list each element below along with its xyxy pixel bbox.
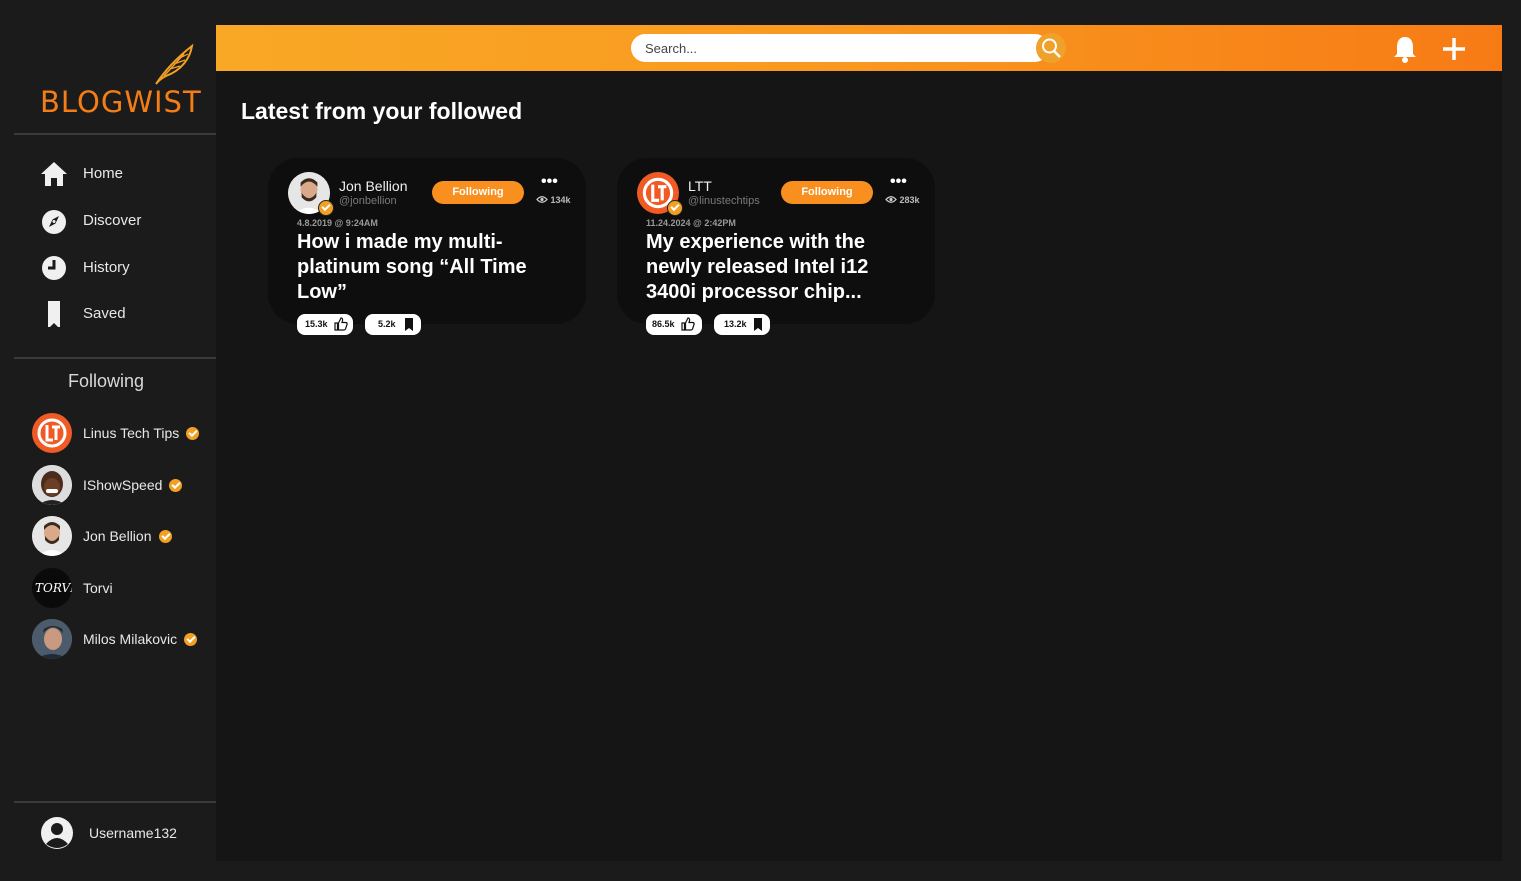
thumbs-up-icon [334, 317, 348, 331]
like-button[interactable]: 86.5k [646, 314, 702, 335]
verified-badge-icon [184, 633, 198, 646]
top-bar [216, 25, 1502, 71]
bookmark-icon [405, 318, 413, 331]
username: Username132 [89, 825, 177, 841]
verified-badge-icon [186, 427, 200, 440]
following-name: IShowSpeed [83, 477, 163, 493]
more-options-icon[interactable]: ••• [541, 173, 558, 191]
verified-badge-icon [318, 200, 334, 216]
avatar [32, 413, 72, 453]
person-avatar-icon [32, 465, 72, 505]
post-title[interactable]: How i made my multi-platinum song “All T… [297, 230, 567, 305]
main-content: Latest from your followed Jon Bellion @j… [216, 25, 1502, 861]
following-item[interactable]: Linus Tech Tips [32, 413, 216, 455]
search-input[interactable] [645, 38, 1025, 58]
following-name: Milos Milakovic [83, 631, 178, 647]
compass-icon [42, 210, 66, 234]
view-count-value: 134k [550, 195, 571, 205]
quill-logo-icon [155, 43, 194, 85]
avatar [32, 465, 72, 505]
save-count: 5.2k [378, 319, 396, 329]
like-button[interactable]: 15.3k [297, 314, 353, 335]
nav-item-history[interactable]: History [40, 253, 210, 283]
divider [14, 801, 216, 803]
following-name: Linus Tech Tips [83, 425, 180, 441]
following-item[interactable]: Milos Milakovic [32, 619, 216, 661]
app-logo[interactable]: BLOGWIST [40, 85, 202, 119]
nav-label: History [83, 259, 130, 276]
eye-icon [536, 196, 548, 203]
save-button[interactable]: 13.2k [714, 314, 770, 335]
view-count: 283k [885, 195, 920, 205]
nav-label: Discover [83, 212, 142, 229]
plus-icon[interactable] [1440, 35, 1468, 63]
divider [14, 133, 216, 135]
following-button[interactable]: Following [781, 181, 873, 204]
following-name: Jon Bellion [83, 528, 152, 544]
more-options-icon[interactable]: ••• [890, 173, 907, 191]
verified-badge-icon [169, 479, 183, 492]
search-icon [1042, 38, 1061, 58]
clock-icon [42, 256, 66, 280]
nav-label: Home [83, 165, 124, 182]
save-count: 13.2k [724, 319, 747, 329]
eye-icon [885, 196, 897, 203]
following-heading: Following [68, 371, 145, 391]
avatar [32, 619, 72, 659]
view-count: 134k [536, 195, 571, 205]
search-button[interactable] [1036, 33, 1066, 63]
user-profile[interactable]: Username132 [40, 816, 210, 850]
following-button[interactable]: Following [432, 181, 524, 204]
following-item[interactable]: TORVI Torvi [32, 568, 216, 610]
avatar [32, 516, 72, 556]
avatar: TORVI [32, 568, 72, 608]
verified-badge-icon [667, 200, 683, 216]
post-author[interactable]: LTT [688, 178, 712, 194]
following-item[interactable]: IShowSpeed [32, 465, 216, 507]
nav-item-home[interactable]: Home [40, 159, 210, 189]
like-count: 15.3k [305, 319, 328, 329]
bell-icon[interactable] [1392, 35, 1418, 63]
following-name: Torvi [83, 580, 113, 596]
bookmark-icon [48, 301, 60, 327]
post-handle: @jonbellion [339, 195, 397, 207]
bookmark-icon [754, 318, 762, 331]
following-item[interactable]: Jon Bellion [32, 516, 216, 558]
divider [14, 357, 216, 359]
thumbs-up-icon [681, 317, 695, 331]
nav-item-saved[interactable]: Saved [40, 299, 210, 329]
person-avatar-icon [32, 516, 72, 556]
post-author[interactable]: Jon Bellion [339, 178, 408, 194]
home-icon [41, 162, 67, 186]
ltt-logo-icon [37, 418, 67, 448]
post-date: 11.24.2024 @ 2:42PM [646, 218, 736, 228]
torvi-logo-text: TORVI [35, 581, 72, 595]
post-title[interactable]: My experience with the newly released In… [646, 230, 916, 305]
page-title: Latest from your followed [241, 98, 523, 124]
user-icon [41, 817, 73, 849]
post-date: 4.8.2019 @ 9:24AM [297, 218, 378, 228]
verified-badge-icon [158, 530, 172, 543]
nav-label: Saved [83, 305, 126, 322]
post-card[interactable]: LTT @linustechtips Following ••• 283k 11… [617, 158, 935, 335]
search-bar [631, 33, 1066, 63]
post-card[interactable]: Jon Bellion @jonbellion Following ••• 13… [268, 158, 586, 335]
view-count-value: 283k [899, 195, 920, 205]
save-button[interactable]: 5.2k [365, 314, 421, 335]
person-avatar-icon [32, 619, 72, 659]
sidebar: BLOGWIST Home Discover History Saved Fol… [0, 0, 216, 881]
like-count: 86.5k [652, 319, 675, 329]
post-handle: @linustechtips [688, 195, 760, 207]
nav-item-discover[interactable]: Discover [40, 206, 210, 236]
